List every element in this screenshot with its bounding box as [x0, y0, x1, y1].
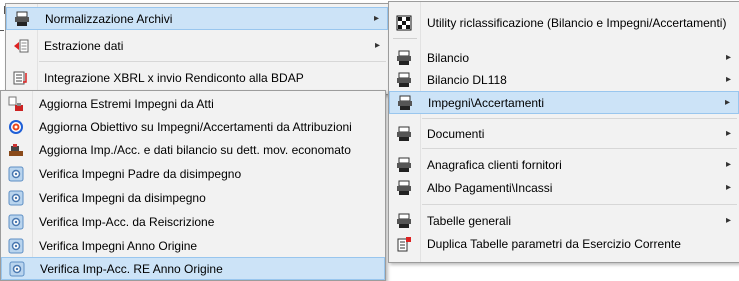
verifica-submenu: Aggiorna Estremi Impegni da Atti Aggiorn…: [0, 90, 386, 281]
menu-separator: [422, 118, 737, 119]
menu-item-label: Verifica Impegni Anno Origine: [39, 238, 198, 253]
menu-item-label: Integrazione XBRL x invio Rendiconto all…: [44, 70, 304, 85]
menu-item-albo-pagamenti[interactable]: Albo Pagamenti\Incassi ▸: [389, 176, 739, 199]
submenu-item-verifica-padre[interactable]: Verifica Impegni Padre da disimpegno: [1, 162, 385, 185]
target-icon: [8, 119, 24, 135]
main-menu: Normalizzazione Archivi ▸ Estrazione dat…: [5, 3, 389, 95]
menu-item-label: Aggiorna Estremi Impegni da Atti: [39, 96, 214, 111]
submenu-arrow-icon: ▸: [725, 128, 731, 139]
submenu-arrow-icon: ▸: [373, 13, 379, 24]
menu-item-label: Aggiorna Obiettivo su Impegni/Accertamen…: [39, 119, 352, 134]
submenu-arrow-icon: ▸: [725, 74, 731, 85]
menu-item-label: Albo Pagamenti\Incassi: [427, 180, 553, 195]
menu-item-label: Aggiorna Imp./Acc. e dati bilancio su de…: [39, 142, 351, 157]
menu-item-label: Impegni\Accertamenti: [428, 95, 545, 110]
verify-gear-icon: [8, 166, 24, 182]
verify-gear-icon: [8, 214, 24, 230]
verify-gear-icon: [9, 261, 25, 277]
submenu-arrow-icon: ▸: [725, 52, 731, 63]
normalizzazione-submenu: Utility riclassificazione (Bilancio e Im…: [388, 1, 739, 263]
menu-item-bilancio-dl118[interactable]: Bilancio DL118 ▸: [389, 68, 739, 91]
archive-press-icon: [396, 50, 412, 66]
submenu-arrow-icon: ▸: [725, 159, 731, 170]
menu-item-label: Verifica Imp-Acc. da Reiscrizione: [39, 214, 215, 229]
update-acts-icon: [8, 96, 24, 112]
menu-item-label: Anagrafica clienti fornitori: [427, 157, 562, 172]
menu-item-label: Normalizzazione Archivi: [45, 11, 173, 26]
submenu-arrow-icon: ▸: [725, 215, 731, 226]
submenu-item-verifica-disimpegno[interactable]: Verifica Impegni da disimpegno: [1, 186, 385, 209]
menu-item-label: Utility riclassificazione (Bilancio e Im…: [427, 15, 727, 30]
submenu-item-verifica-anno-origine[interactable]: Verifica Impegni Anno Origine: [1, 234, 385, 257]
menu-item-label: Bilancio: [427, 50, 470, 65]
menu-item-label: Bilancio DL118: [427, 72, 507, 87]
background-edge: [0, 30, 4, 31]
menu-item-label: Tabelle generali: [427, 213, 512, 228]
menu-item-integrazione-xbrl[interactable]: Integrazione XBRL x invio Rendiconto all…: [6, 66, 388, 89]
verify-gear-icon: [8, 190, 24, 206]
archive-press-icon: [396, 180, 412, 196]
menu-item-tabelle-generali[interactable]: Tabelle generali ▸: [389, 209, 739, 232]
menu-item-label: Verifica Imp-Acc. RE Anno Origine: [40, 261, 223, 276]
submenu-item-verifica-reiscrizione[interactable]: Verifica Imp-Acc. da Reiscrizione: [1, 210, 385, 233]
submenu-item-verifica-re-anno-origine[interactable]: Verifica Imp-Acc. RE Anno Origine: [1, 257, 385, 280]
menu-item-label: Verifica Impegni Padre da disimpegno: [39, 166, 242, 181]
submenu-arrow-icon: ▸: [725, 182, 731, 193]
xbrl-document-icon: [13, 70, 29, 86]
submenu-item-aggiorna-estremi[interactable]: Aggiorna Estremi Impegni da Atti: [1, 92, 385, 115]
menu-item-label: Estrazione dati: [44, 38, 124, 53]
menu-item-documenti[interactable]: Documenti ▸: [389, 122, 739, 145]
archive-press-icon: [396, 72, 412, 88]
archive-press-icon: [396, 213, 412, 229]
submenu-arrow-icon: ▸: [724, 97, 730, 108]
archive-press-icon: [397, 95, 413, 111]
menu-item-bilancio[interactable]: Bilancio ▸: [389, 46, 739, 69]
archive-press-icon: [396, 157, 412, 173]
menu-item-label: Duplica Tabelle parametri da Esercizio C…: [427, 236, 681, 251]
menu-item-normalizzazione-archivi[interactable]: Normalizzazione Archivi ▸: [6, 7, 388, 30]
submenu-arrow-icon: ▸: [374, 40, 380, 51]
archive-press-icon: [396, 126, 412, 142]
verify-gear-icon: [8, 238, 24, 254]
archive-press-icon: [14, 11, 30, 27]
menu-separator: [422, 204, 737, 205]
menu-item-impegni-accertamenti[interactable]: Impegni\Accertamenti ▸: [389, 91, 739, 114]
stapler-icon: [8, 142, 24, 158]
menu-separator: [393, 38, 417, 39]
menu-item-label: Verifica Impegni da disimpegno: [39, 190, 206, 205]
duplicate-table-icon: [396, 236, 412, 252]
menu-item-utility-riclassificazione[interactable]: Utility riclassificazione (Bilancio e Im…: [389, 11, 739, 34]
submenu-item-aggiorna-obiettivo[interactable]: Aggiorna Obiettivo su Impegni/Accertamen…: [1, 115, 385, 138]
data-export-icon: [13, 38, 29, 54]
grid-icon: [396, 15, 412, 31]
menu-item-estrazione-dati[interactable]: Estrazione dati ▸: [6, 34, 388, 57]
menu-separator: [422, 148, 737, 149]
menu-item-duplica-tabelle[interactable]: Duplica Tabelle parametri da Esercizio C…: [389, 232, 739, 255]
submenu-item-aggiorna-economato[interactable]: Aggiorna Imp./Acc. e dati bilancio su de…: [1, 138, 385, 161]
menu-separator: [39, 61, 386, 62]
menu-item-anagrafica[interactable]: Anagrafica clienti fornitori ▸: [389, 153, 739, 176]
menu-item-label: Documenti: [427, 126, 485, 141]
